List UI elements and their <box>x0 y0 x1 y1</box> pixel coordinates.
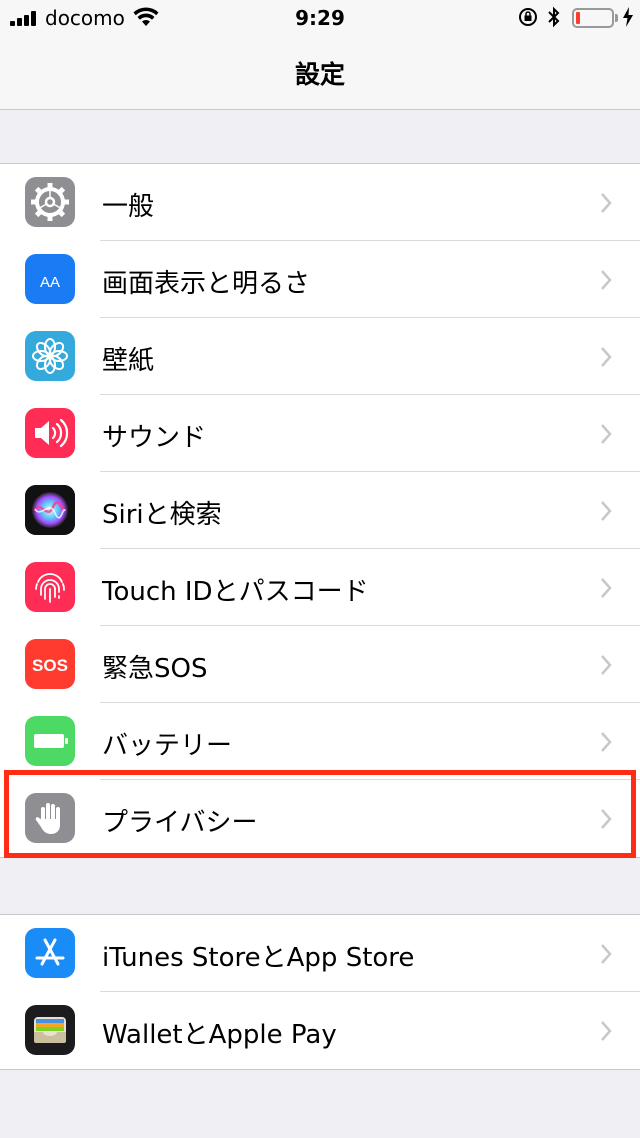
chevron-right-icon <box>601 809 612 829</box>
settings-row-label: バッテリー <box>102 731 233 761</box>
settings-row-label: iTunes StoreとApp Store <box>102 943 415 973</box>
hand-icon <box>25 793 75 843</box>
svg-text:SOS: SOS <box>32 656 68 675</box>
settings-row-label: WalletとApple Pay <box>102 1020 337 1050</box>
chevron-right-icon <box>601 655 612 675</box>
settings-row-wallet-apple-pay[interactable]: WalletとApple Pay <box>0 992 640 1069</box>
charging-bolt-icon <box>623 7 633 27</box>
settings-row-itunes-app-store[interactable]: iTunes StoreとApp Store <box>0 915 640 992</box>
settings-row-label: 緊急SOS <box>102 654 208 684</box>
settings-row-sounds[interactable]: サウンド <box>0 395 640 472</box>
svg-text:AA: AA <box>40 274 60 291</box>
orientation-lock-icon <box>519 8 537 26</box>
settings-row-privacy[interactable]: プライバシー <box>0 780 640 857</box>
siri-icon <box>25 485 75 535</box>
app-store-icon <box>25 928 75 978</box>
settings-row-label: 画面表示と明るさ <box>102 269 311 299</box>
settings-row-wallpaper[interactable]: 壁紙 <box>0 318 640 395</box>
chevron-right-icon <box>601 732 612 752</box>
settings-group-1: 一般 AA 画面表示と明るさ 壁紙 サウンド Siriと検索 Touch IDと… <box>0 163 640 858</box>
chevron-right-icon <box>601 424 612 444</box>
chevron-right-icon <box>601 944 612 964</box>
settings-row-label: サウンド <box>102 423 207 453</box>
chevron-right-icon <box>601 270 612 290</box>
gear-icon <box>25 177 75 227</box>
status-bar: docomo 9:29 <box>0 0 640 36</box>
settings-row-label: 一般 <box>102 192 155 222</box>
page-title: 設定 <box>294 60 345 89</box>
battery-icon <box>25 716 75 766</box>
navigation-bar: docomo 9:29 設定 <box>0 0 640 110</box>
settings-row-display[interactable]: AA 画面表示と明るさ <box>0 241 640 318</box>
settings-row-touch-id[interactable]: Touch IDとパスコード <box>0 549 640 626</box>
speaker-icon <box>25 408 75 458</box>
display-brightness-icon: AA <box>25 254 75 304</box>
settings-row-label: Siriと検索 <box>102 500 222 530</box>
chevron-right-icon <box>601 578 612 598</box>
settings-row-label: Touch IDとパスコード <box>102 577 369 607</box>
chevron-right-icon <box>601 347 612 367</box>
wallet-icon <box>25 1005 75 1055</box>
settings-row-battery[interactable]: バッテリー <box>0 703 640 780</box>
settings-row-label: プライバシー <box>102 808 258 838</box>
chevron-right-icon <box>601 1021 612 1041</box>
settings-row-general[interactable]: 一般 <box>0 164 640 241</box>
settings-row-siri[interactable]: Siriと検索 <box>0 472 640 549</box>
wallpaper-flower-icon <box>25 331 75 381</box>
status-time: 9:29 <box>295 6 345 30</box>
chevron-right-icon <box>601 193 612 213</box>
settings-group-2: iTunes StoreとApp Store WalletとApple Pay <box>0 914 640 1070</box>
sos-icon: SOS <box>25 639 75 689</box>
bluetooth-icon <box>548 6 560 28</box>
settings-row-label: 壁紙 <box>102 346 155 376</box>
fingerprint-icon <box>25 562 75 612</box>
settings-row-emergency-sos[interactable]: SOS 緊急SOS <box>0 626 640 703</box>
battery-level-icon <box>572 8 614 28</box>
chevron-right-icon <box>601 501 612 521</box>
